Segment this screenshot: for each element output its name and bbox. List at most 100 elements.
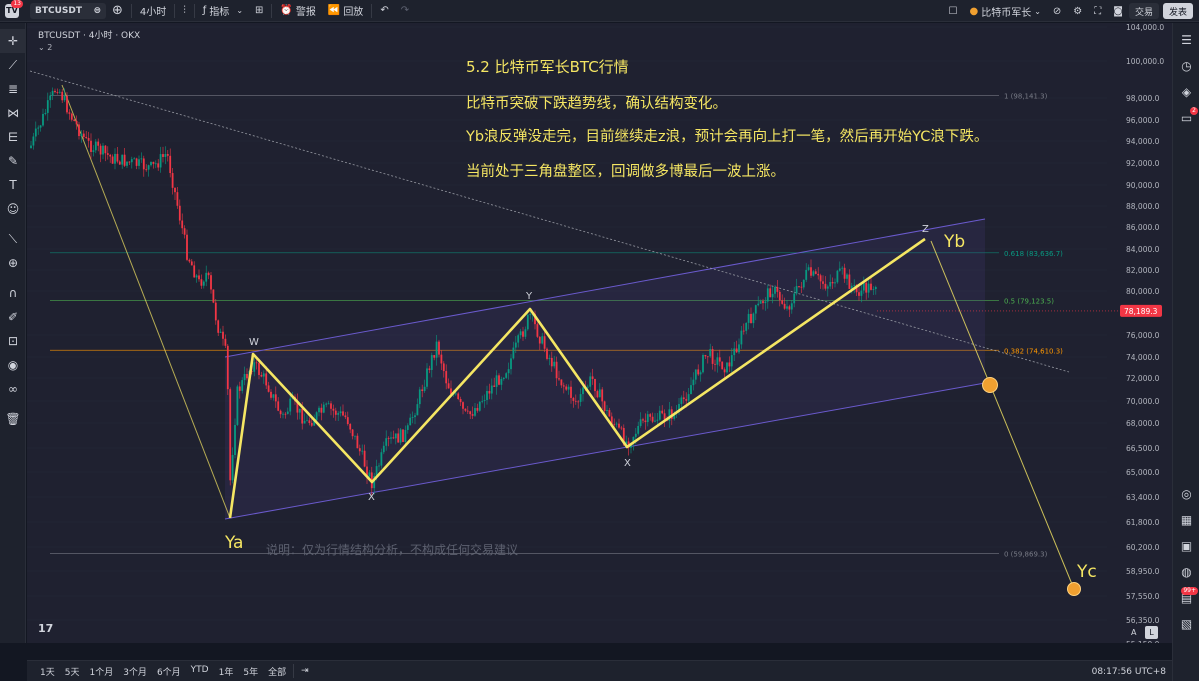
- replay-button[interactable]: ⏪ 回放: [322, 0, 369, 22]
- candle-body: [798, 286, 800, 287]
- snapshot-button[interactable]: ◙: [1107, 0, 1129, 22]
- candle-body: [462, 402, 464, 409]
- range-button[interactable]: 5年: [238, 665, 263, 678]
- interval-selector[interactable]: 4小时: [134, 0, 172, 22]
- goto-date-icon[interactable]: ⇥: [296, 666, 314, 676]
- candle-body: [865, 282, 868, 293]
- wave-label-ya[interactable]: Ya: [224, 533, 243, 553]
- channel-fill: [225, 219, 985, 519]
- add-symbol-button[interactable]: ⊕: [106, 0, 129, 22]
- annotation-line-3[interactable]: 当前处于三角盘整区，回调做多博最后一波上涨。: [466, 160, 785, 181]
- range-button[interactable]: 1天: [35, 665, 60, 678]
- wave-label-z[interactable]: Z: [922, 224, 929, 235]
- layout-emoji-icon: ●: [969, 5, 979, 17]
- annotation-line-1[interactable]: 比特币突破下跌趋势线，确认结构变化。: [466, 92, 727, 113]
- clock[interactable]: 08:17:56 UTC+8: [1092, 661, 1166, 681]
- layout-name-button[interactable]: ● 比特币军长 ⌄: [963, 0, 1046, 22]
- candle-body: [166, 154, 169, 156]
- candle-body: [637, 425, 640, 434]
- auto-scale-button[interactable]: A: [1131, 628, 1136, 637]
- eye-icon[interactable]: ◉: [0, 353, 26, 377]
- forecast-icon[interactable]: ⋿: [0, 125, 26, 149]
- ideas-icon[interactable]: ▭ 2: [1173, 105, 1199, 131]
- range-button[interactable]: 5天: [60, 665, 85, 678]
- wave-label-w[interactable]: W: [249, 337, 259, 348]
- target-icon[interactable]: ◎: [1173, 481, 1199, 507]
- trade-button[interactable]: 交易: [1128, 3, 1159, 19]
- range-button[interactable]: 1个月: [84, 665, 118, 678]
- news-icon[interactable]: ◍: [1173, 559, 1199, 585]
- emoji-icon[interactable]: ☺: [0, 197, 26, 221]
- candle-body: [303, 420, 306, 424]
- range-button[interactable]: YTD: [186, 665, 214, 678]
- candle-body: [195, 275, 198, 278]
- candle-body: [704, 354, 707, 357]
- fullscreen-button[interactable]: ⛶: [1088, 0, 1107, 22]
- wave-label-x2[interactable]: X: [624, 458, 631, 469]
- annotation-line-2[interactable]: Yb浪反弹没走完，目前继续走z浪，预计会再向上打一笔，然后再开始YC浪下跌。: [466, 125, 988, 146]
- lock-icon[interactable]: ⊡: [0, 329, 26, 353]
- hotlist-icon[interactable]: ▦: [1173, 507, 1199, 533]
- app-logo[interactable]: TV 13: [0, 0, 24, 22]
- candle-body: [788, 306, 791, 310]
- wave-label-x1[interactable]: X: [368, 492, 375, 503]
- undo-button[interactable]: ↶: [374, 0, 394, 22]
- watchlist-icon[interactable]: ☰: [1173, 27, 1199, 53]
- disclaimer-text[interactable]: 说明：仅为行情结构分析，不构成任何交易建议: [266, 541, 518, 558]
- redo-button[interactable]: ↷: [395, 0, 415, 22]
- link-icon[interactable]: ∞: [0, 377, 26, 401]
- publish-button[interactable]: 发表: [1162, 3, 1193, 19]
- crosshair-icon[interactable]: ✛: [0, 29, 26, 53]
- price-tick-label: 63,400.0: [1126, 493, 1160, 502]
- chart-type-button[interactable]: ⫶: [177, 0, 192, 22]
- brush-icon[interactable]: ✎: [0, 149, 26, 173]
- indicator-count[interactable]: ⌄ 2: [38, 43, 140, 52]
- quick-search-button[interactable]: ⊘: [1047, 0, 1067, 22]
- symbol-name: BTCUSDT: [35, 5, 83, 16]
- fullscreen-checkbox[interactable]: ☐: [943, 0, 964, 22]
- range-button[interactable]: 6个月: [152, 665, 186, 678]
- log-scale-button[interactable]: L: [1145, 626, 1158, 639]
- text-icon[interactable]: T: [0, 173, 26, 197]
- ascending-channel[interactable]: [29, 70, 1075, 590]
- settings-button[interactable]: ⚙: [1067, 0, 1088, 22]
- zoom-in-icon[interactable]: ⊕: [0, 251, 26, 275]
- target-marker-2[interactable]: [1067, 582, 1081, 596]
- symbol-search[interactable]: BTCUSDT ⊜: [30, 2, 106, 19]
- range-button[interactable]: 3个月: [118, 665, 152, 678]
- trend-line-icon[interactable]: ⟋: [0, 53, 26, 77]
- candle-body: [75, 120, 78, 125]
- ya-projection-line[interactable]: [61, 84, 231, 519]
- annotation-title[interactable]: 5.2 比特币军长BTC行情: [466, 56, 629, 77]
- lock-drawing-icon[interactable]: ✐: [0, 305, 26, 329]
- symbol-compare-icon[interactable]: ⊜: [93, 6, 101, 16]
- target-marker-1[interactable]: [982, 377, 998, 393]
- ruler-icon[interactable]: ⟍: [0, 227, 26, 251]
- chat-icon[interactable]: ▤ 99+: [1173, 585, 1199, 611]
- yc-projection-line[interactable]: [930, 240, 1075, 590]
- candle-body: [646, 414, 649, 423]
- pattern-icon[interactable]: ⋈: [0, 101, 26, 125]
- range-button[interactable]: 1年: [214, 665, 239, 678]
- help-icon[interactable]: ▧: [1173, 611, 1199, 637]
- layers-icon[interactable]: ◈: [1173, 79, 1199, 105]
- candle-body: [90, 140, 92, 152]
- candle-body: [385, 438, 388, 446]
- tradingview-logo[interactable]: 17: [38, 622, 53, 635]
- wave-label-yb[interactable]: Yb: [943, 232, 965, 252]
- alert-button[interactable]: ⏰ 警报: [274, 0, 321, 22]
- trash-icon[interactable]: 🗑: [0, 407, 26, 431]
- fib-retracement-icon[interactable]: ≣: [0, 77, 26, 101]
- magnet-icon[interactable]: ∩: [0, 281, 26, 305]
- calendar-icon[interactable]: ▣: [1173, 533, 1199, 559]
- layouts-button[interactable]: ⊞: [249, 0, 269, 22]
- wave-label-yc[interactable]: Yc: [1076, 562, 1097, 582]
- range-button[interactable]: 全部: [263, 665, 291, 678]
- wave-label-y[interactable]: Y: [525, 291, 533, 302]
- alerts-clock-icon[interactable]: ◷: [1173, 53, 1199, 79]
- candle-body: [858, 292, 860, 296]
- chart-pane[interactable]: 1 (98,141.3) 0.618 (83,636.7) 0.5 (79,123.…: [27, 23, 1172, 643]
- indicators-button[interactable]: ƒ 指标 ⌄: [197, 0, 249, 22]
- candle-body: [32, 136, 35, 146]
- price-chart[interactable]: 1 (98,141.3) 0.618 (83,636.7) 0.5 (79,123.…: [27, 23, 1172, 643]
